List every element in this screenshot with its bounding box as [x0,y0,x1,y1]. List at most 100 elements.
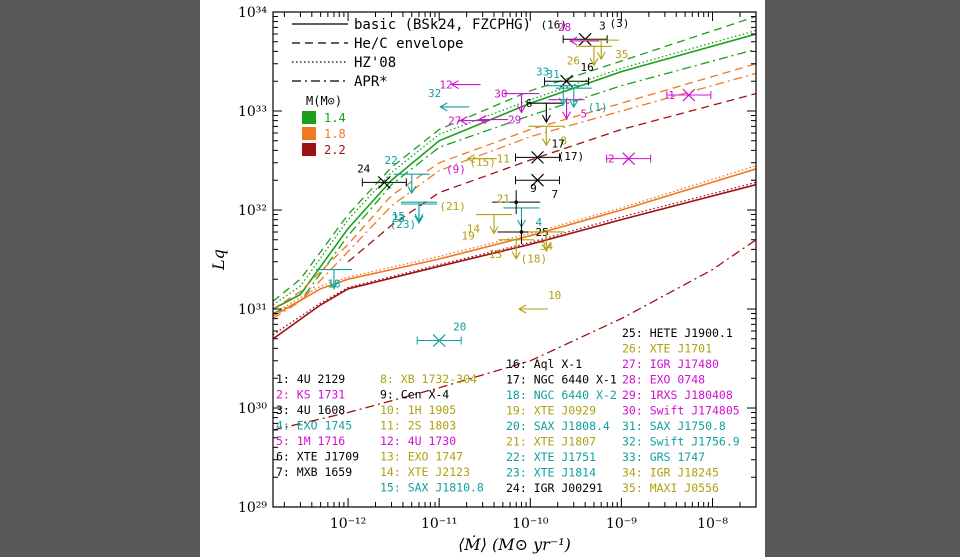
model-curve-2_2-hz [273,181,756,336]
mass-label-2_2: 2.2 [324,143,346,157]
source-point-3-errorbar [562,35,608,44]
source-point-7-errorbar [515,176,561,185]
chart-svg: 1234567891011121314151617182022232425262… [209,5,757,554]
model-curve-2_2-hec [347,92,756,263]
source-label-33: 33 [536,66,549,79]
source-point-32-mdot-limit [439,102,470,112]
source-label-p15p: (15) [469,156,496,169]
source-label-7: 7 [552,188,559,201]
source-list-item-33: 33: GRS 1747 [622,450,705,464]
source-label-11: 11 [497,153,510,166]
source-label-p3p: (3) [610,17,630,30]
source-list-item-11: 11: 2S 1803 [380,419,456,433]
model-curve-1_4-hec [273,15,756,302]
source-label-p17p: (17) [558,150,585,163]
source-point-25-marker [519,230,524,234]
source-list-item-17: 17: NGC 6440 X-1 [506,373,617,387]
source-label-30: 30 [494,88,507,101]
source-label-35: 35 [615,48,628,61]
source-point-10-mdot-limit [517,304,549,314]
source-label-p21p: (21) [439,200,466,213]
source-list-item-4: 4: EXO 1745 [276,419,352,433]
source-list-item-1: 1: 4U 2129 [276,372,345,386]
source-point-20-errorbar [416,336,462,345]
legend-label-apr: APR* [354,74,388,90]
source-list-item-6: 6: XTE J1709 [276,450,359,464]
source-label-29: 29 [508,114,521,127]
mass-label-1_4: 1.4 [324,111,346,125]
legend-label-basic: basic (BSk24, FZCPHG) [354,17,531,33]
source-label-16: 16 [581,61,594,74]
source-label-27: 27 [448,115,461,128]
source-list-item-34: 34: IGR J18245 [622,466,719,480]
source-list-item-15: 15: SAX J1810.8 [380,481,484,495]
source-label-5: 5 [581,108,588,121]
source-list-item-25: 25: HETE J1900.1 [622,326,733,340]
y-tick-label: 10³³ [238,104,267,120]
source-label-12: 12 [439,79,452,92]
source-list-item-21: 21: XTE J1807 [506,435,596,449]
source-list-item-3: 3: 4U 1608 [276,403,345,417]
source-list-item-32: 32: Swift J1756.9 [622,435,740,449]
source-list-item-22: 22: XTE J1751 [506,450,596,464]
x-tick-label: 10⁻⁸ [697,516,728,532]
source-point-29-mdot-limit [477,115,509,125]
source-list-item-14: 14: XTE J2123 [380,465,470,479]
source-list-item-24: 24: IGR J00291 [506,481,603,495]
source-label-24: 24 [357,162,371,175]
source-list-item-28: 28: EXO 0748 [622,373,705,387]
source-list-item-23: 23: XTE J1814 [506,466,596,480]
source-list-item-9: 9: Cen X-4 [380,388,449,402]
source-label-21: 21 [497,193,510,206]
source-label-19: 19 [462,230,475,243]
source-list-item-12: 12: 4U 1730 [380,434,456,448]
y-tick-label: 10²⁹ [238,500,267,516]
x-tick-label: 10⁻⁹ [606,516,637,532]
source-label-32: 32 [428,87,441,100]
source-list-item-16: 16: Aql X-1 [506,357,582,371]
source-label-p18p: (18) [521,252,548,265]
source-list-item-35: 35: MAXI J0556 [622,481,719,495]
source-list-item-18: 18: NGC 6440 X-2 [506,388,617,402]
mass-swatch-1_8 [302,127,316,140]
source-label-3: 3 [599,19,606,32]
source-list-item-29: 29: 1RXS J180408 [622,388,733,402]
source-list-item-31: 31: SAX J1750.8 [622,419,726,433]
source-list-item-30: 30: Swift J174805 [622,404,740,418]
source-list-item-27: 27: IGR J17480 [622,357,719,371]
model-curve-1_4-basic [273,33,756,310]
source-point-17-errorbar [515,153,561,162]
mass-swatch-1_4 [302,111,316,124]
source-label-p1p: (1) [588,101,608,114]
source-label-20: 20 [453,321,466,334]
source-list-item-20: 20: SAX J1808.4 [506,419,610,433]
source-label-1: 1 [668,89,675,102]
source-label-26: 26 [567,54,580,67]
y-tick-label: 10³⁴ [238,5,267,21]
x-tick-label: 10⁻¹⁰ [512,516,549,532]
figure-panel: 1 2 3 4 5 6 7 8 9 10 11 12 13 14 15 16 17 18 20 22 23 24 25 26 2… [200,0,765,557]
mass-swatch-2_2 [302,143,316,156]
y-tick-label: 10³² [238,203,267,219]
y-tick-label: 10³¹ [238,302,267,318]
legend-label-hec: He/C envelope [354,36,464,52]
source-list-item-26: 26: XTE J1701 [622,342,712,356]
source-label-18: 18 [327,278,340,291]
x-axis-title: ⟨Ṁ⟩ (M⊙ yr⁻¹) [458,534,571,554]
source-point-14-upper-limit [476,213,513,235]
source-label-p23p: (23) [390,218,417,231]
source-list-item-10: 10: 1H 1905 [380,403,456,417]
source-label-10: 10 [548,289,561,302]
source-label-13: 13 [489,248,502,261]
model-curve-1_8-basic [273,168,756,317]
source-label-p16p: (16) [540,18,567,31]
source-label-34: 34 [540,240,554,253]
y-axis-title: Lq [209,249,228,271]
x-tick-label: 10⁻¹¹ [421,516,457,532]
x-tick-label: 10⁻¹² [330,516,366,532]
source-label-22: 22 [385,154,398,167]
mass-label-1_8: 1.8 [324,127,346,141]
y-tick-label: 10³⁰ [238,401,267,417]
source-list-item-5: 5: 1M 1716 [276,434,345,448]
source-label-2: 2 [608,153,615,166]
